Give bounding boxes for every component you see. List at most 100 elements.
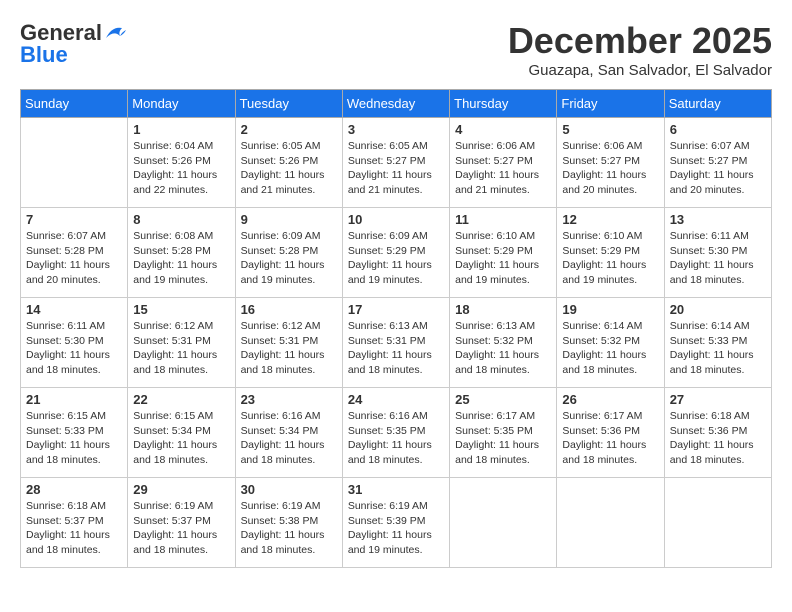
day-info: Sunrise: 6:09 AMSunset: 5:29 PMDaylight:… xyxy=(348,229,444,288)
calendar-cell: 23Sunrise: 6:16 AMSunset: 5:34 PMDayligh… xyxy=(235,388,342,478)
calendar-cell: 22 Sunrise: 6:15 AMSunset: 5:34 PMDayligh… xyxy=(128,388,235,478)
day-number: 18 xyxy=(455,302,551,317)
calendar-cell: 18 Sunrise: 6:13 AMSunset: 5:32 PMDayligh… xyxy=(450,298,557,388)
day-info: Sunrise: 6:11 AMSunset: 5:30 PMDaylight:… xyxy=(26,319,122,378)
day-info: Sunrise: 6:07 AMSunset: 5:27 PMDaylight:… xyxy=(670,139,766,198)
day-info: Sunrise: 6:13 AMSunset: 5:32 PMDaylight:… xyxy=(455,319,551,378)
day-number: 3 xyxy=(348,122,444,137)
logo: General Blue xyxy=(20,20,126,68)
calendar-cell xyxy=(450,478,557,568)
day-number: 10 xyxy=(348,212,444,227)
day-info: Sunrise: 6:19 AMSunset: 5:37 PMDaylight:… xyxy=(133,499,229,558)
day-info: Sunrise: 6:10 AMSunset: 5:29 PMDaylight:… xyxy=(455,229,551,288)
calendar-cell: 28 Sunrise: 6:18 AMSunset: 5:37 PMDayligh… xyxy=(21,478,128,568)
title-block: December 2025 Guazapa, San Salvador, El … xyxy=(508,20,772,79)
day-number: 2 xyxy=(241,122,337,137)
logo-bird-icon xyxy=(104,24,126,42)
calendar-cell: 6 Sunrise: 6:07 AMSunset: 5:27 PMDaylight… xyxy=(664,118,771,208)
calendar-cell: 10 Sunrise: 6:09 AMSunset: 5:29 PMDayligh… xyxy=(342,208,449,298)
day-info: Sunrise: 6:05 AMSunset: 5:26 PMDaylight:… xyxy=(241,139,337,198)
day-number: 12 xyxy=(562,212,658,227)
day-info: Sunrise: 6:15 AMSunset: 5:34 PMDaylight:… xyxy=(133,409,229,468)
calendar-cell: 27 Sunrise: 6:18 AMSunset: 5:36 PMDayligh… xyxy=(664,388,771,478)
day-number: 13 xyxy=(670,212,766,227)
day-number: 16 xyxy=(241,302,337,317)
day-info: Sunrise: 6:11 AMSunset: 5:30 PMDaylight:… xyxy=(670,229,766,288)
calendar-cell: 20 Sunrise: 6:14 AMSunset: 5:33 PMDayligh… xyxy=(664,298,771,388)
weekday-header-wednesday: Wednesday xyxy=(342,90,449,118)
day-number: 15 xyxy=(133,302,229,317)
calendar-cell xyxy=(557,478,664,568)
day-info: Sunrise: 6:19 AMSunset: 5:39 PMDaylight:… xyxy=(348,499,444,558)
calendar-week-row: 7Sunrise: 6:07 AMSunset: 5:28 PMDaylight… xyxy=(21,208,772,298)
day-number: 22 xyxy=(133,392,229,407)
day-info: Sunrise: 6:17 AMSunset: 5:36 PMDaylight:… xyxy=(562,409,658,468)
day-number: 29 xyxy=(133,482,229,497)
day-number: 8 xyxy=(133,212,229,227)
day-number: 6 xyxy=(670,122,766,137)
day-info: Sunrise: 6:18 AMSunset: 5:37 PMDaylight:… xyxy=(26,499,122,558)
calendar-cell: 14 Sunrise: 6:11 AMSunset: 5:30 PMDayligh… xyxy=(21,298,128,388)
day-number: 24 xyxy=(348,392,444,407)
day-number: 25 xyxy=(455,392,551,407)
day-info: Sunrise: 6:14 AMSunset: 5:32 PMDaylight:… xyxy=(562,319,658,378)
day-info: Sunrise: 6:17 AMSunset: 5:35 PMDaylight:… xyxy=(455,409,551,468)
calendar-cell: 5Sunrise: 6:06 AMSunset: 5:27 PMDaylight… xyxy=(557,118,664,208)
day-number: 4 xyxy=(455,122,551,137)
day-number: 7 xyxy=(26,212,122,227)
day-info: Sunrise: 6:05 AMSunset: 5:27 PMDaylight:… xyxy=(348,139,444,198)
day-info: Sunrise: 6:15 AMSunset: 5:33 PMDaylight:… xyxy=(26,409,122,468)
weekday-header-thursday: Thursday xyxy=(450,90,557,118)
day-info: Sunrise: 6:12 AMSunset: 5:31 PMDaylight:… xyxy=(241,319,337,378)
calendar-cell: 11Sunrise: 6:10 AMSunset: 5:29 PMDayligh… xyxy=(450,208,557,298)
calendar-cell: 2 Sunrise: 6:05 AMSunset: 5:26 PMDaylight… xyxy=(235,118,342,208)
calendar-cell: 16 Sunrise: 6:12 AMSunset: 5:31 PMDayligh… xyxy=(235,298,342,388)
day-info: Sunrise: 6:10 AMSunset: 5:29 PMDaylight:… xyxy=(562,229,658,288)
day-number: 14 xyxy=(26,302,122,317)
page-header: General Blue December 2025 Guazapa, San … xyxy=(20,20,772,79)
calendar-week-row: 1Sunrise: 6:04 AMSunset: 5:26 PMDaylight… xyxy=(21,118,772,208)
calendar-table: SundayMondayTuesdayWednesdayThursdayFrid… xyxy=(20,89,772,568)
day-number: 21 xyxy=(26,392,122,407)
calendar-cell: 30 Sunrise: 6:19 AMSunset: 5:38 PMDayligh… xyxy=(235,478,342,568)
day-info: Sunrise: 6:08 AMSunset: 5:28 PMDaylight:… xyxy=(133,229,229,288)
calendar-cell: 19 Sunrise: 6:14 AMSunset: 5:32 PMDayligh… xyxy=(557,298,664,388)
calendar-week-row: 14 Sunrise: 6:11 AMSunset: 5:30 PMDayligh… xyxy=(21,298,772,388)
calendar-cell xyxy=(21,118,128,208)
calendar-cell: 17 Sunrise: 6:13 AMSunset: 5:31 PMDayligh… xyxy=(342,298,449,388)
calendar-cell: 9Sunrise: 6:09 AMSunset: 5:28 PMDaylight… xyxy=(235,208,342,298)
month-title: December 2025 xyxy=(508,20,772,62)
day-number: 17 xyxy=(348,302,444,317)
calendar-cell: 26Sunrise: 6:17 AMSunset: 5:36 PMDayligh… xyxy=(557,388,664,478)
day-info: Sunrise: 6:06 AMSunset: 5:27 PMDaylight:… xyxy=(562,139,658,198)
calendar-cell xyxy=(664,478,771,568)
calendar-cell: 12 Sunrise: 6:10 AMSunset: 5:29 PMDayligh… xyxy=(557,208,664,298)
day-number: 28 xyxy=(26,482,122,497)
day-info: Sunrise: 6:19 AMSunset: 5:38 PMDaylight:… xyxy=(241,499,337,558)
calendar-cell: 3 Sunrise: 6:05 AMSunset: 5:27 PMDaylight… xyxy=(342,118,449,208)
calendar-cell: 7Sunrise: 6:07 AMSunset: 5:28 PMDaylight… xyxy=(21,208,128,298)
calendar-cell: 8 Sunrise: 6:08 AMSunset: 5:28 PMDaylight… xyxy=(128,208,235,298)
calendar-cell: 21 Sunrise: 6:15 AMSunset: 5:33 PMDayligh… xyxy=(21,388,128,478)
calendar-cell: 31Sunrise: 6:19 AMSunset: 5:39 PMDayligh… xyxy=(342,478,449,568)
weekday-header-monday: Monday xyxy=(128,90,235,118)
day-number: 19 xyxy=(562,302,658,317)
calendar-cell: 4 Sunrise: 6:06 AMSunset: 5:27 PMDaylight… xyxy=(450,118,557,208)
day-info: Sunrise: 6:16 AMSunset: 5:35 PMDaylight:… xyxy=(348,409,444,468)
day-info: Sunrise: 6:14 AMSunset: 5:33 PMDaylight:… xyxy=(670,319,766,378)
day-number: 30 xyxy=(241,482,337,497)
day-info: Sunrise: 6:09 AMSunset: 5:28 PMDaylight:… xyxy=(241,229,337,288)
day-number: 20 xyxy=(670,302,766,317)
weekday-header-saturday: Saturday xyxy=(664,90,771,118)
logo-blue-text: Blue xyxy=(20,42,68,68)
day-info: Sunrise: 6:12 AMSunset: 5:31 PMDaylight:… xyxy=(133,319,229,378)
day-info: Sunrise: 6:18 AMSunset: 5:36 PMDaylight:… xyxy=(670,409,766,468)
calendar-week-row: 28 Sunrise: 6:18 AMSunset: 5:37 PMDayligh… xyxy=(21,478,772,568)
day-number: 1 xyxy=(133,122,229,137)
calendar-cell: 1Sunrise: 6:04 AMSunset: 5:26 PMDaylight… xyxy=(128,118,235,208)
day-info: Sunrise: 6:06 AMSunset: 5:27 PMDaylight:… xyxy=(455,139,551,198)
weekday-header-friday: Friday xyxy=(557,90,664,118)
day-number: 27 xyxy=(670,392,766,407)
day-info: Sunrise: 6:13 AMSunset: 5:31 PMDaylight:… xyxy=(348,319,444,378)
calendar-cell: 24 Sunrise: 6:16 AMSunset: 5:35 PMDayligh… xyxy=(342,388,449,478)
